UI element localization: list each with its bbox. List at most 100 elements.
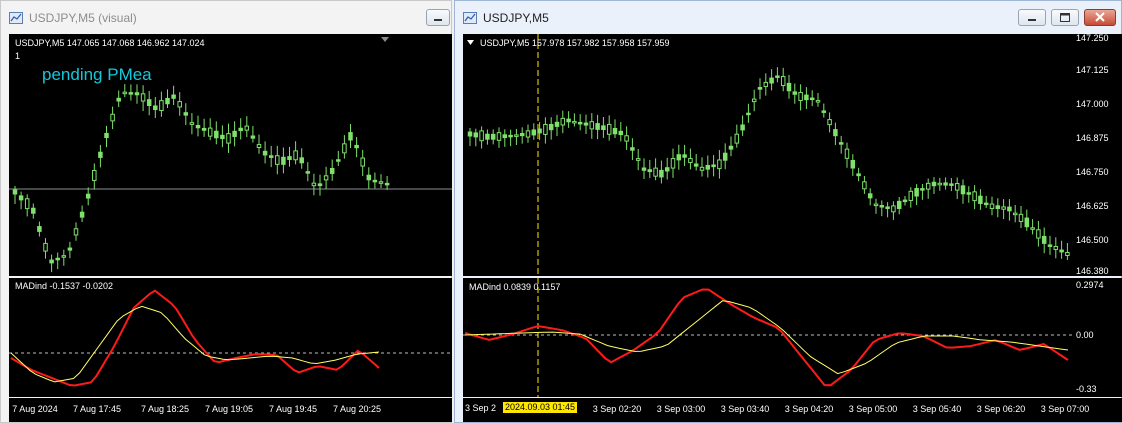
candle-body [146,99,152,107]
candle-body [490,133,496,140]
candle-body [201,127,207,131]
candle-body [659,169,664,178]
candle-body [856,173,861,177]
candle-body [317,183,323,187]
candle-body [705,164,711,170]
candle-body [122,91,128,95]
chart-window-visual[interactable]: USDJPY,M5 (visual) USDJPY,M5 147.065 147… [0,0,452,423]
candle-body [902,199,908,203]
title-bar[interactable]: USDJPY,M5 [455,1,1121,33]
candle-body [354,144,359,149]
candle-body [653,167,658,177]
candle-body [693,163,699,167]
candle-body [293,150,298,161]
candle-body [804,94,809,101]
time-tick: 7 Aug 18:25 [140,404,190,414]
time-tick: 7 Aug 19:45 [268,404,318,414]
candle-body [183,112,189,116]
candle-body [618,130,624,136]
time-tick: 3 Sep 05:40 [912,404,962,414]
candle-body [24,198,30,210]
close-button[interactable] [1084,9,1116,26]
time-tick: 3 Sep 03:40 [720,404,770,414]
candle-body [612,128,618,135]
candle-body [1041,235,1047,244]
candle-body [171,94,176,99]
candle-body [1030,227,1035,230]
indicator-chart[interactable]: MADind 0.0839 0.1157 0.2974 0.00 -0.33 [463,278,1122,397]
price-tick: 147.250 [1076,34,1109,43]
price-chart[interactable]: USDJPY,M5 147.065 147.068 146.962 147.02… [9,34,452,276]
candle-body [250,135,256,139]
time-tick: 7 Aug 2024 [12,404,58,414]
candle-body [670,158,676,169]
time-axis: 7 Aug 2024 7 Aug 17:45 7 Aug 18:25 7 Aug… [9,398,452,422]
candle-body [664,167,670,172]
candle-body [589,121,595,130]
candle-body [128,92,134,95]
candle-body [937,182,943,186]
candle-body [159,100,164,112]
candle-body [43,242,48,252]
time-tick: 3 Sep 03:00 [656,404,706,414]
candle-body [983,202,989,206]
candle-body [1036,229,1041,239]
indicator-label: MADind -0.1537 -0.0202 [15,281,114,291]
price-tick: 146.625 [1076,201,1109,211]
candle-body [798,91,803,101]
candle-body [519,133,525,137]
candle-body [207,127,213,137]
candle-body [775,75,780,78]
candle-body [978,195,983,204]
candle-body [873,203,879,207]
candle-body [1018,213,1024,222]
candle-body [647,169,653,173]
candle-body [989,203,995,209]
time-tick: 3 Sep 05:00 [848,404,898,414]
chart-window-icon [463,12,477,24]
candle-body [543,123,548,135]
candle-body [98,151,103,158]
title-bar[interactable]: USDJPY,M5 (visual) [1,1,451,33]
candle-body [12,189,18,195]
minimize-button[interactable] [1018,9,1046,26]
candle-body [134,92,140,96]
chevron-down-icon [467,40,474,45]
candle-body [348,132,353,141]
candle-body [1053,246,1059,250]
candle-body [995,205,1001,209]
candle-body [37,226,42,232]
candle-body [467,131,473,137]
price-tick: 146.750 [1076,167,1109,177]
candle-body [728,145,734,150]
candle-body [815,100,821,103]
candle-body [601,125,606,130]
window-title: USDJPY,M5 [483,11,549,25]
time-tick: 7 Aug 20:25 [332,404,382,414]
chart-sub-label: 1 [15,51,21,61]
candle-body [311,182,317,187]
chart-window-live[interactable]: USDJPY,M5 USDJPY,M5 157.978 157.982 157.… [454,0,1122,423]
candle-body [560,117,566,126]
candle-body [688,158,693,164]
time-tick: 7 Aug 17:45 [72,404,122,414]
candle-body [908,190,914,201]
candle-body [49,259,54,264]
candle-body [630,147,635,151]
candle-body [914,187,919,197]
price-tick: 146.875 [1076,133,1109,143]
candle-body [867,193,873,199]
candle-body [960,185,966,195]
candle-body [763,81,769,87]
maximize-button[interactable] [1051,9,1079,26]
time-tick: 3 Sep 07:00 [1040,404,1090,414]
candle-body [833,129,838,137]
time-tick: 3 Sep 2 [465,403,497,413]
minimize-button[interactable] [426,9,450,26]
candle-body [153,105,158,111]
candle-body [220,134,225,140]
price-tick: 147.000 [1076,99,1109,109]
indicator-chart[interactable]: MADind -0.1537 -0.0202 [9,278,452,397]
price-chart[interactable]: USDJPY,M5 157.978 157.982 157.958 157.95… [463,34,1122,276]
candle-body [572,120,577,124]
